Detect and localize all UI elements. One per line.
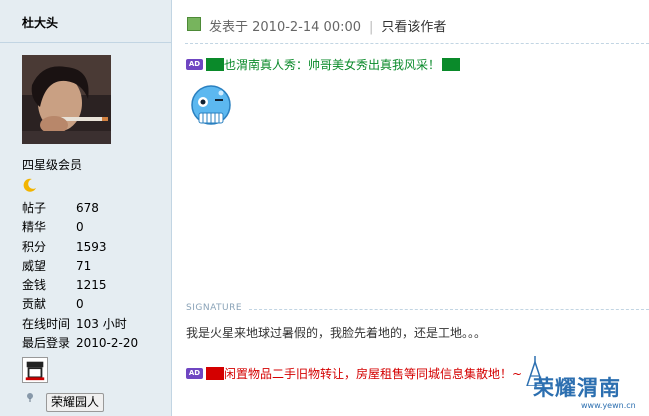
logo-url: www.yewn.cn bbox=[581, 401, 636, 410]
stat-row: 最后登录 2010-2-20 bbox=[22, 336, 139, 351]
ad-badge: AD bbox=[186, 59, 203, 70]
only-author-link[interactable]: 只看该作者 bbox=[381, 20, 446, 35]
stat-row: 精华 0 bbox=[22, 220, 84, 235]
ad-link-bottom[interactable]: AD 闲置物品二手旧物转让，房屋租售等同城信息集散地！~ bbox=[186, 365, 522, 382]
stat-row: 在线时间 103 小时 bbox=[22, 316, 127, 331]
divider bbox=[0, 42, 172, 43]
separator: | bbox=[369, 20, 374, 35]
medal-tooltip: 荣耀园人 bbox=[46, 393, 105, 412]
skull-emoticon-icon bbox=[191, 85, 231, 125]
post-content: 发表于 2010-2-14 00:00 | 只看该作者 AD 也渭南真人秀：帅哥美女秀… bbox=[173, 0, 649, 416]
online-status-icon bbox=[187, 17, 201, 31]
post-meta: 发表于 2010-2-14 00:00 | 只看该作者 bbox=[209, 16, 446, 35]
ad-block bbox=[206, 367, 224, 380]
ad-block bbox=[206, 58, 224, 71]
user-stats: 帖子 678 精华 0 积分 1593 威望 71 金钱 1215 贡献 0 在线时间 103… bbox=[22, 199, 167, 353]
stat-row: 帖子 678 bbox=[22, 201, 99, 215]
signature-divider bbox=[249, 309, 649, 310]
avatar[interactable] bbox=[22, 55, 111, 144]
author-name[interactable]: 杜大头 bbox=[22, 14, 58, 31]
logo-text: 荣耀渭南 bbox=[533, 376, 621, 400]
ad-text[interactable]: 闲置物品二手旧物转让，房屋租售等同城信息集散地！~ bbox=[224, 367, 522, 381]
user-rank: 四星级会员 bbox=[22, 158, 83, 172]
signature-text: 我是火星来地球过暑假的，我脸先着地的，还是工地。。。 bbox=[186, 326, 487, 340]
avatar-image bbox=[22, 55, 111, 144]
stat-row: 金钱 1215 bbox=[22, 278, 107, 293]
medal-icon[interactable] bbox=[22, 357, 48, 383]
ad-badge: AD bbox=[186, 368, 203, 379]
site-watermark-logo: 荣耀渭南 www.yewn.cn bbox=[521, 356, 649, 416]
moon-icon bbox=[23, 178, 36, 192]
author-sidebar: 杜大头 四星级会员 帖子 678 精华 0 积分 1593 威望 71 金钱 1215 贡… bbox=[0, 0, 172, 416]
pin-icon bbox=[27, 393, 33, 402]
stat-row: 贡献 0 bbox=[22, 297, 84, 312]
stat-row: 积分 1593 bbox=[22, 239, 107, 254]
ad-text[interactable]: 也渭南真人秀：帅哥美女秀出真我风采！ bbox=[224, 58, 440, 72]
ad-link-top[interactable]: AD 也渭南真人秀：帅哥美女秀出真我风采！ bbox=[186, 56, 461, 73]
signature-label: SIGNATURE bbox=[186, 303, 243, 313]
stat-row: 威望 71 bbox=[22, 258, 92, 273]
post-header: 发表于 2010-2-14 00:00 | 只看该作者 bbox=[185, 8, 649, 44]
post-date: 发表于 2010-2-14 00:00 bbox=[209, 20, 362, 35]
ad-block bbox=[442, 58, 461, 71]
